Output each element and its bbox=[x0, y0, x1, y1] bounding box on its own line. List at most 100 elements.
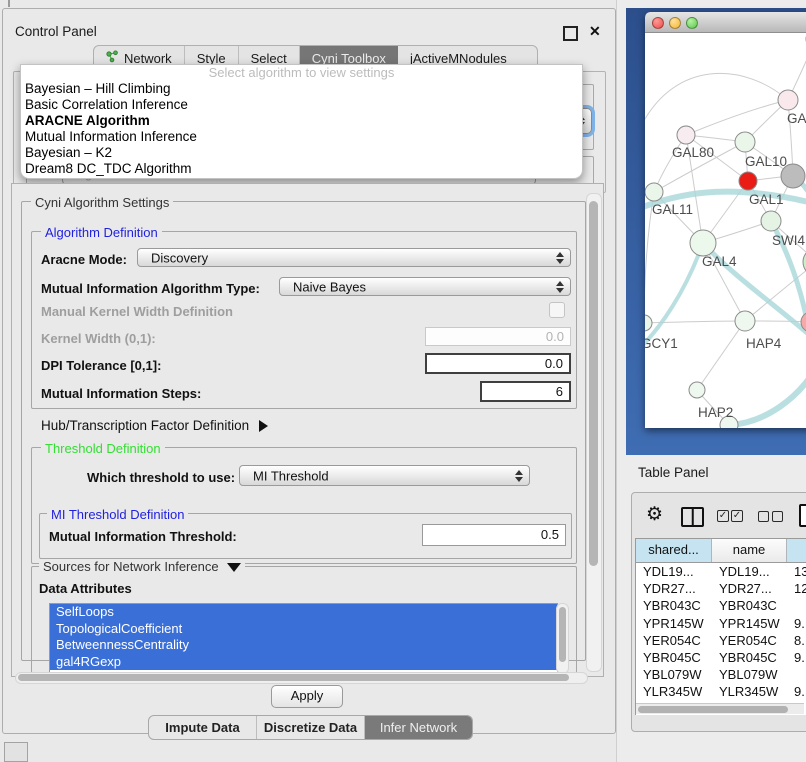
table-cell: YPR145W bbox=[636, 615, 712, 632]
table-cell: YLR345W bbox=[712, 683, 787, 700]
table-row[interactable]: YBR045CYBR045C9. bbox=[636, 649, 806, 666]
tab-infer-network[interactable]: Infer Network bbox=[365, 716, 472, 739]
network-node[interactable] bbox=[689, 382, 705, 398]
checked-checkbox-icon[interactable]: ✓ bbox=[717, 510, 729, 522]
table-cell: YBR045C bbox=[636, 649, 712, 666]
network-view-window: GALGAL80GAL10GAL1GAL11SWI4GAL4GCY1HAP4YH… bbox=[645, 12, 806, 428]
table-column-header[interactable]: A bbox=[787, 539, 806, 562]
unchecked-checkbox-icon[interactable] bbox=[758, 511, 769, 522]
network-node-label: GAL4 bbox=[702, 254, 737, 269]
table-cell: YBL079W bbox=[712, 666, 787, 683]
algorithm-option[interactable]: Mutual Information Inference bbox=[21, 129, 582, 145]
table-column-header[interactable]: name bbox=[712, 539, 787, 562]
table-row[interactable]: YBL079WYBL079W bbox=[636, 666, 806, 683]
data-attribute-item[interactable]: SelfLoops bbox=[50, 604, 557, 621]
table-row[interactable]: YER054CYER054C8. bbox=[636, 632, 806, 649]
export-table-icon[interactable] bbox=[799, 504, 806, 527]
checked-checkbox-icon[interactable]: ✓ bbox=[731, 510, 743, 522]
tab-infer-network-label: Infer Network bbox=[380, 720, 457, 735]
network-node[interactable] bbox=[735, 311, 755, 331]
network-node[interactable] bbox=[739, 172, 757, 190]
network-node[interactable] bbox=[690, 230, 716, 256]
combo-arrows-icon bbox=[515, 470, 523, 482]
cyni-bottom-tabbar: Impute Data Discretize Data Infer Networ… bbox=[148, 715, 473, 740]
table-cell: YDR27... bbox=[636, 580, 712, 597]
algorithm-popup-list: Bayesian – Hill ClimbingBasic Correlatio… bbox=[21, 81, 582, 177]
kernel-width-label: Kernel Width (0,1): bbox=[41, 331, 156, 346]
dpi-tolerance-label: DPI Tolerance [0,1]: bbox=[41, 358, 161, 373]
aracne-mode-combo[interactable]: Discovery bbox=[137, 248, 571, 267]
mi-type-value: Naive Bayes bbox=[293, 279, 366, 294]
network-node[interactable] bbox=[778, 90, 798, 110]
data-attributes-label: Data Attributes bbox=[39, 581, 132, 596]
settings-vertical-scrollbar[interactable] bbox=[586, 193, 602, 672]
mi-threshold-input[interactable]: 0.5 bbox=[422, 524, 566, 546]
tab-impute-data-label: Impute Data bbox=[165, 720, 239, 735]
mi-steps-input[interactable]: 6 bbox=[480, 381, 571, 402]
network-node-label: GAL80 bbox=[672, 145, 714, 160]
table-cell bbox=[787, 666, 806, 683]
kernel-width-input[interactable]: 0.0 bbox=[425, 327, 571, 346]
table-column-header[interactable]: shared... bbox=[636, 539, 712, 562]
minimize-traffic-light-icon[interactable] bbox=[669, 17, 681, 29]
data-attribute-item[interactable]: BetweennessCentrality bbox=[50, 637, 557, 654]
table-row[interactable]: YDL19...YDL19...13 bbox=[636, 563, 806, 580]
network-edge bbox=[686, 100, 788, 135]
table-horizontal-scrollbar[interactable] bbox=[636, 703, 804, 714]
network-node[interactable] bbox=[677, 126, 695, 144]
expanded-arrow-icon bbox=[227, 563, 241, 572]
minimized-panel-icon[interactable] bbox=[4, 742, 28, 762]
which-threshold-combo[interactable]: MI Threshold bbox=[239, 465, 530, 486]
network-node-label: GAL1 bbox=[749, 192, 784, 207]
table-cell: YLR345W bbox=[636, 683, 712, 700]
algorithm-definition-title: Algorithm Definition bbox=[41, 225, 162, 240]
settings-horizontal-scrollbar[interactable] bbox=[15, 672, 588, 684]
algorithm-option[interactable]: Dream8 DC_TDC Algorithm bbox=[21, 161, 582, 177]
aracne-mode-label: Aracne Mode: bbox=[41, 252, 127, 267]
zoom-traffic-light-icon[interactable] bbox=[686, 17, 698, 29]
algorithm-option[interactable]: Bayesian – Hill Climbing bbox=[21, 81, 582, 97]
sources-group-title[interactable]: Sources for Network Inference bbox=[39, 559, 245, 574]
float-window-icon[interactable] bbox=[563, 26, 578, 41]
cytoscape-desktop: GALGAL80GAL10GAL1GAL11SWI4GAL4GCY1HAP4YH… bbox=[626, 8, 806, 455]
network-node[interactable] bbox=[761, 211, 781, 231]
table-cell: 9. bbox=[787, 615, 806, 632]
close-traffic-light-icon[interactable] bbox=[652, 17, 664, 29]
table-cell: YDR27... bbox=[712, 580, 787, 597]
network-canvas[interactable]: GALGAL80GAL10GAL1GAL11SWI4GAL4GCY1HAP4YH… bbox=[645, 33, 806, 428]
which-threshold-value: MI Threshold bbox=[253, 468, 329, 483]
attribute-list-scrollbar[interactable] bbox=[556, 603, 569, 674]
control-panel-title: Control Panel bbox=[15, 24, 97, 39]
hub-section-toggle[interactable]: Hub/Transcription Factor Definition bbox=[41, 418, 268, 433]
manual-kernel-checkbox[interactable] bbox=[549, 302, 565, 318]
gear-icon[interactable]: ⚙ bbox=[646, 503, 663, 526]
table-cell: 12 bbox=[787, 580, 806, 597]
mi-type-combo[interactable]: Naive Bayes bbox=[279, 277, 571, 296]
table-row[interactable]: YBR043CYBR043C bbox=[636, 597, 806, 614]
data-attribute-item[interactable]: TopologicalCoefficient bbox=[50, 621, 557, 638]
split-columns-icon[interactable] bbox=[681, 507, 704, 527]
unchecked-checkbox-icon[interactable] bbox=[772, 511, 783, 522]
table-row[interactable]: YPR145WYPR145W9. bbox=[636, 615, 806, 632]
table-row[interactable]: YDR27...YDR27...12 bbox=[636, 580, 806, 597]
data-attributes-list[interactable]: SelfLoopsTopologicalCoefficientBetweenne… bbox=[49, 603, 558, 674]
table-row[interactable]: YLR345WYLR345W9. bbox=[636, 683, 806, 700]
network-edge-highlighted bbox=[645, 243, 703, 348]
tab-discretize-data[interactable]: Discretize Data bbox=[257, 716, 365, 739]
network-window-titlebar[interactable] bbox=[645, 12, 806, 33]
tab-impute-data[interactable]: Impute Data bbox=[149, 716, 257, 739]
algorithm-option[interactable]: Bayesian – K2 bbox=[21, 145, 582, 161]
aracne-mode-value: Discovery bbox=[151, 250, 208, 265]
cyni-algorithm-settings-title: Cyni Algorithm Settings bbox=[31, 195, 173, 210]
close-icon[interactable]: ✕ bbox=[589, 23, 601, 40]
collapsed-arrow-icon bbox=[259, 420, 268, 432]
algorithm-option[interactable]: ARACNE Algorithm bbox=[21, 113, 582, 129]
network-node[interactable] bbox=[645, 183, 663, 201]
apply-button[interactable]: Apply bbox=[271, 685, 343, 708]
combo-arrows-icon bbox=[556, 281, 564, 293]
data-attribute-item[interactable]: gal4RGexp bbox=[50, 654, 557, 671]
network-node[interactable] bbox=[735, 132, 755, 152]
algorithm-option[interactable]: Basic Correlation Inference bbox=[21, 97, 582, 113]
dpi-tolerance-input[interactable]: 0.0 bbox=[425, 353, 571, 374]
network-node[interactable] bbox=[645, 315, 652, 331]
